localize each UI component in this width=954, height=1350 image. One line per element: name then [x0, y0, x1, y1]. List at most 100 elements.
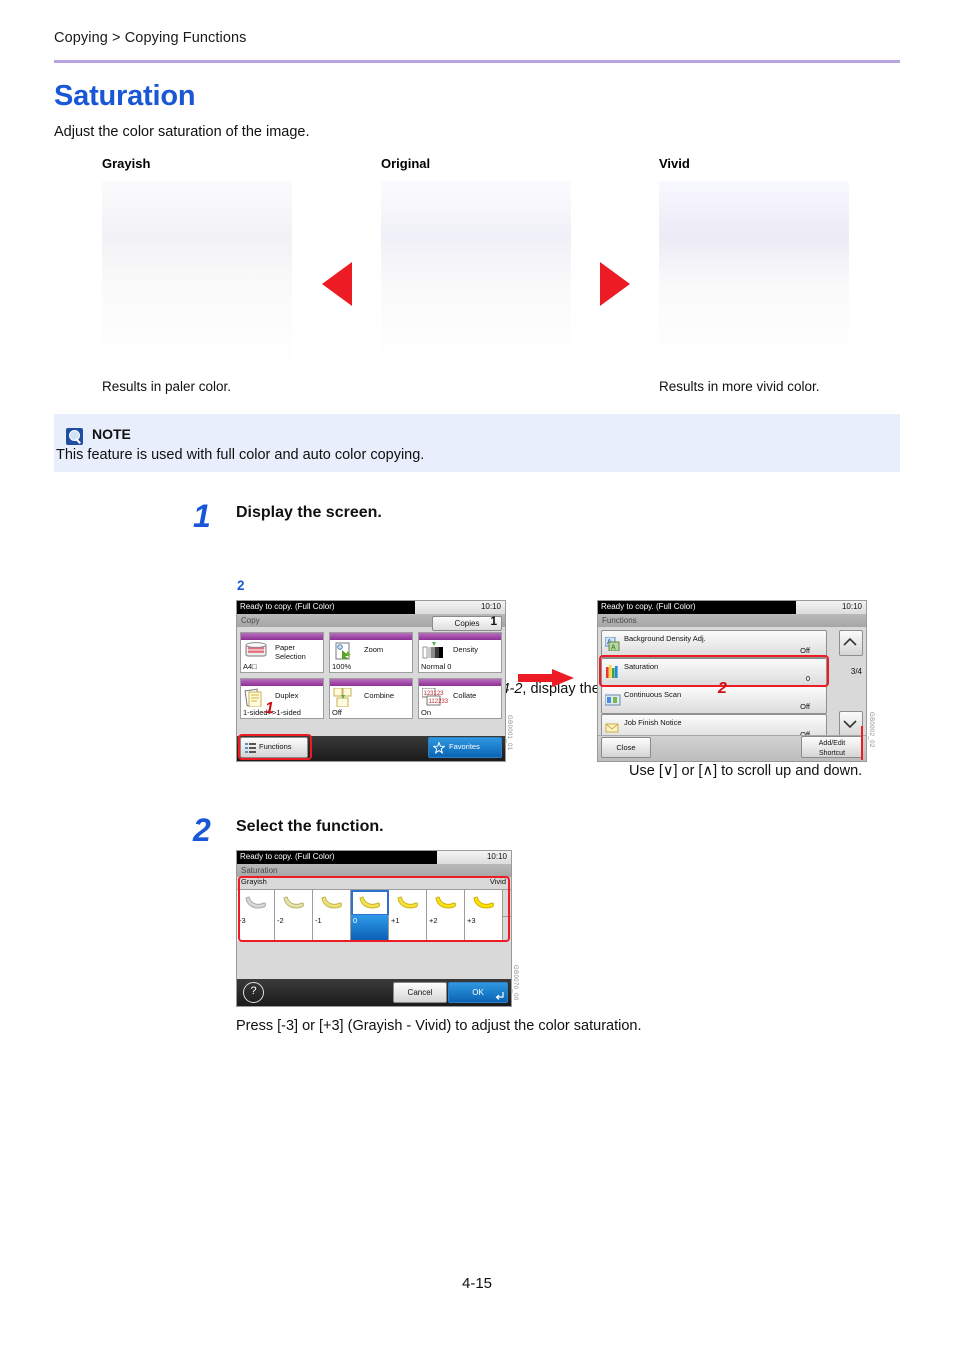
level-label: +1 [391, 916, 400, 925]
tile-value: 100% [332, 662, 352, 671]
function-row-label: Background Density Adj. [624, 634, 706, 643]
level-label: +2 [429, 916, 438, 925]
background-density-icon: AA [604, 636, 621, 652]
tile-collate[interactable]: 123123 112233 Collate On [418, 678, 502, 719]
function-row-background-density[interactable]: AA Background Density Adj. Off [601, 630, 827, 658]
favorites-button-label: Favorites [449, 742, 480, 751]
step-1-title: Display the screen. [236, 504, 382, 521]
enter-arrow-icon [495, 992, 504, 1000]
level-cell-+1[interactable]: +1 [389, 915, 427, 941]
functions-button-label: Functions [259, 742, 292, 751]
level-cell--3[interactable]: -3 [237, 915, 275, 941]
level-label: -1 [315, 916, 322, 925]
tile-zoom[interactable]: Zoom 100% [329, 632, 413, 673]
tile-value: Normal 0 [421, 662, 452, 671]
clock: 10:10 [841, 602, 862, 611]
tile-density[interactable]: Density Normal 0 [418, 632, 502, 673]
panel-subtitle: Copy [241, 615, 260, 625]
function-row-label: Job Finish Notice [624, 718, 682, 727]
density-icon [422, 642, 449, 661]
ok-button[interactable]: OK [448, 982, 508, 1003]
function-row-continuous-scan[interactable]: Continuous Scan Off [601, 686, 827, 714]
level-cell--2[interactable]: -2 [275, 915, 313, 941]
intro-text: Adjust the color saturation of the image… [54, 124, 310, 140]
close-button[interactable]: Close [601, 737, 651, 758]
help-button[interactable]: ? [243, 982, 264, 1003]
add-edit-line2: Shortcut [818, 750, 846, 757]
magnifier-icon [66, 428, 83, 445]
page-title: Saturation [54, 80, 196, 112]
step-1-number: 1 [193, 498, 211, 534]
level-label: -2 [277, 916, 284, 925]
tile-label: Paper Selection [275, 643, 306, 661]
level-label: +3 [467, 916, 476, 925]
sample-grayish: Grayish Results in paler color. [102, 156, 292, 394]
figure-code-1: GB0001_01 [506, 715, 512, 751]
panel-subtitle: Saturation [241, 865, 278, 875]
paper-selection-icon [244, 642, 271, 661]
manual-page: Copying > Copying Functions Saturation A… [0, 0, 954, 1350]
panel-status-bar: Ready to copy. (Full Color) 10:10 [598, 601, 866, 614]
pencil-image-original [381, 181, 571, 371]
function-row-label: Saturation [624, 662, 659, 671]
status-message: Ready to copy. (Full Color) [240, 602, 335, 611]
add-edit-line1: Add/Edit [818, 740, 846, 747]
selected-level-focus [351, 890, 389, 916]
cancel-button[interactable]: Cancel [393, 982, 447, 1003]
panel-status-bar: Ready to copy. (Full Color) 10:10 [237, 851, 511, 864]
function-row-saturation[interactable]: Saturation 0 [601, 658, 827, 686]
header-rule [54, 60, 900, 63]
banana-icon-grayish [245, 896, 266, 909]
functions-button[interactable]: Functions [240, 737, 308, 758]
tile-duplex[interactable]: Duplex 1-sided>>1-sided [240, 678, 324, 719]
saturation-icon [605, 665, 621, 679]
sample-vivid: Vivid Results in more vivid color. [659, 156, 849, 394]
scroll-down-button[interactable] [839, 711, 863, 737]
copies-label: Copies [454, 619, 480, 628]
ok-button-label: OK [472, 988, 484, 997]
scale-labels: Grayish Vivid [237, 877, 511, 888]
chevron-down-icon [843, 720, 857, 729]
copies-value: 1 [490, 614, 497, 628]
level-label: -3 [239, 916, 246, 925]
level-cell-+2[interactable]: +2 [427, 915, 465, 941]
tile-value: A4□ [243, 662, 257, 671]
tile-value: Off [332, 708, 342, 717]
level-cell--1[interactable]: -1 [313, 915, 351, 941]
step-2-caption: Press [-3] or [+3] (Grayish - Vivid) to … [236, 1018, 642, 1034]
function-row-status: Off [800, 702, 810, 711]
tile-paper-selection[interactable]: Paper Selection A4□ [240, 632, 324, 673]
status-message: Ready to copy. (Full Color) [240, 852, 335, 861]
sample-caption: Results in more vivid color. [659, 379, 820, 394]
continuous-scan-icon [604, 693, 621, 707]
function-row-label: Continuous Scan [624, 690, 682, 699]
level-value-row[interactable]: -3 -2 -1 0 +1 +2 +3 [237, 915, 511, 941]
favorites-button[interactable]: Favorites [428, 737, 502, 758]
collate-icon: 123123 112233 [421, 687, 449, 707]
tile-label: Density [453, 645, 479, 654]
tile-label: Zoom [364, 645, 384, 654]
sample-label: Original [381, 156, 431, 171]
step-1-caption: Use [∨] or [∧] to scroll up and down. [629, 763, 863, 779]
tile-combine[interactable]: Combine Off [329, 678, 413, 719]
saturation-touch-panel[interactable]: Ready to copy. (Full Color) 10:10 Satura… [236, 850, 512, 1007]
tile-value: On [421, 708, 432, 717]
tile-label: Combine [364, 691, 395, 700]
figure-code-2: GB0002_02 [868, 712, 874, 748]
add-edit-shortcut-button[interactable]: Add/Edit Shortcut [801, 736, 863, 758]
callout-leader-line [861, 726, 863, 760]
level-cell-+3[interactable]: +3 [465, 915, 503, 941]
note-box: NOTE This feature is used with full colo… [54, 414, 900, 472]
scale-left-label: Grayish [241, 877, 267, 886]
breadcrumb: Copying > Copying Functions [54, 30, 247, 46]
copy-touch-panel[interactable]: Ready to copy. (Full Color) 10:10 Copy C… [236, 600, 506, 762]
status-message: Ready to copy. (Full Color) [601, 602, 696, 611]
note-body: This feature is used with full color and… [56, 447, 425, 463]
functions-touch-panel[interactable]: Ready to copy. (Full Color) 10:10 Functi… [597, 600, 867, 762]
pencil-image-grayish [102, 181, 292, 371]
level-cell-0[interactable]: 0 [351, 915, 389, 941]
note-title: NOTE [92, 426, 131, 442]
scroll-up-button[interactable] [839, 630, 863, 656]
page-counter: 3/4 [850, 667, 862, 676]
panel-subtitle: Functions [602, 615, 637, 625]
